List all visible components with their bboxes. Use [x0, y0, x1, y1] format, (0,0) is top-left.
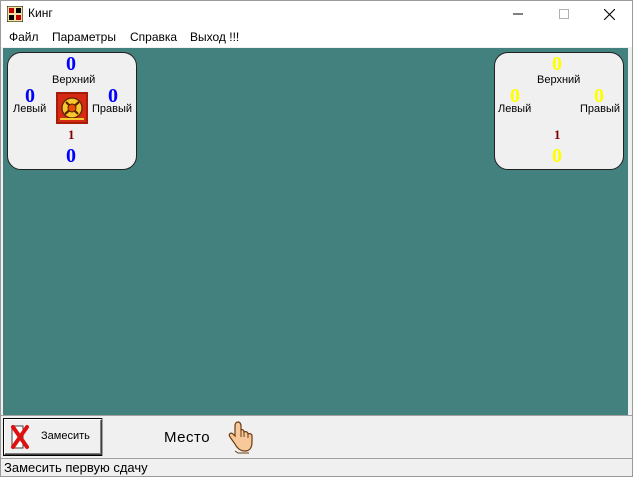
top-label: Верхний — [537, 74, 581, 86]
minimize-icon — [513, 13, 523, 15]
bottom-toolbar: Замесить Место — [1, 415, 632, 459]
menu-file[interactable]: Файл — [9, 30, 39, 44]
place-label: Место — [164, 429, 211, 446]
close-icon — [603, 8, 615, 20]
main-window: Кинг Файл Параметры Справка Выход !!! 0 … — [0, 0, 633, 477]
maximize-button[interactable] — [541, 1, 587, 27]
deal-number: 1 — [554, 127, 561, 142]
left-label: Левый — [13, 103, 47, 115]
right-label: Правый — [580, 103, 621, 115]
shuffle-label: Замесить — [41, 430, 90, 442]
player-emblem-icon — [56, 92, 88, 124]
bottom-score: 0 — [66, 145, 76, 167]
left-label: Левый — [498, 103, 532, 115]
top-label: Верхний — [52, 74, 96, 86]
title-bar[interactable]: Кинг — [1, 1, 632, 27]
score-panel-left: 0 Верхний 0 Левый 0 Правый 1 0 — [7, 52, 137, 170]
king-app-icon — [7, 6, 23, 22]
window-title: Кинг — [28, 6, 53, 20]
top-score: 0 — [552, 53, 562, 75]
top-score: 0 — [66, 53, 76, 75]
minimize-button[interactable] — [495, 1, 541, 27]
score-panel-right: 0 Верхний 0 Левый 0 Правый 1 0 — [494, 52, 624, 170]
shuffle-button[interactable]: Замесить — [4, 419, 102, 455]
status-text: Замесить первую сдачу — [4, 460, 148, 475]
maximize-icon — [559, 9, 569, 19]
game-table[interactable]: 0 Верхний 0 Левый 0 Правый 1 0 0 Верхний… — [3, 48, 628, 459]
shuffle-icon — [11, 425, 29, 449]
pointing-hand-icon[interactable] — [226, 420, 254, 454]
status-bar: Замесить первую сдачу — [1, 458, 632, 476]
menu-parameters[interactable]: Параметры — [52, 30, 116, 44]
menu-bar: Файл Параметры Справка Выход !!! — [1, 27, 632, 47]
toolbar-divider — [102, 418, 103, 456]
menu-help[interactable]: Справка — [130, 30, 177, 44]
right-label: Правый — [92, 103, 133, 115]
menu-exit[interactable]: Выход !!! — [190, 30, 239, 44]
bottom-score: 0 — [552, 145, 562, 167]
deal-number: 1 — [68, 127, 75, 142]
close-button[interactable] — [586, 1, 632, 27]
